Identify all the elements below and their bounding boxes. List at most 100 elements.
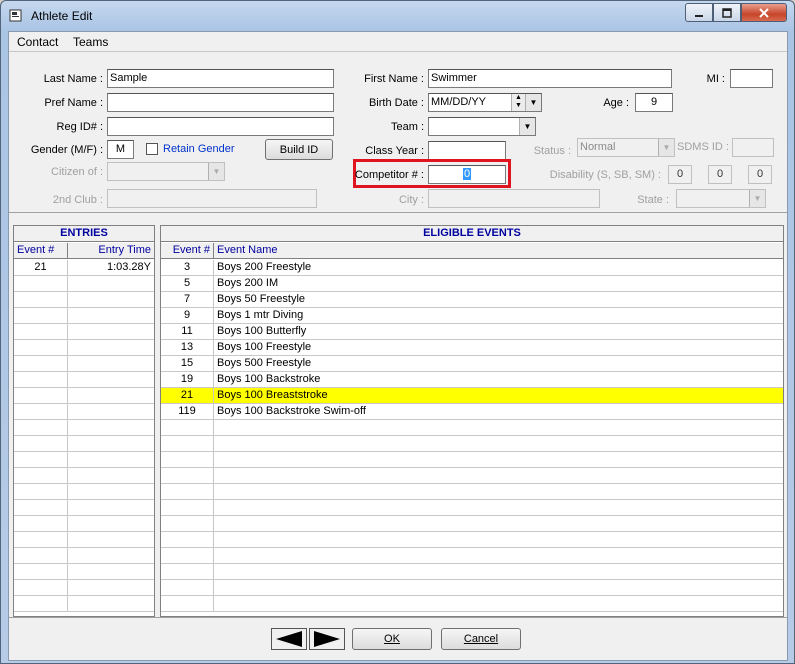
table-row[interactable]	[161, 548, 783, 564]
entries-col-time[interactable]: Entry Time	[68, 243, 154, 259]
retain-gender-label[interactable]: Retain Gender	[163, 143, 235, 155]
table-row[interactable]: 19 Boys 100 Backstroke	[161, 372, 783, 388]
table-row[interactable]	[14, 452, 154, 468]
table-row[interactable]	[14, 356, 154, 372]
table-row[interactable]: 119 Boys 100 Backstroke Swim-off	[161, 404, 783, 420]
disability-sm-field[interactable]: 0	[748, 165, 772, 184]
menu-contact[interactable]: Contact	[17, 35, 58, 49]
close-button[interactable]	[741, 3, 787, 22]
event-number-cell	[161, 484, 214, 500]
event-number-cell: 7	[161, 292, 214, 308]
table-row[interactable]	[14, 436, 154, 452]
second-club-field[interactable]	[107, 189, 317, 208]
entry-event-cell	[14, 372, 68, 388]
table-row[interactable]	[161, 532, 783, 548]
table-row[interactable]: 13 Boys 100 Freestyle	[161, 340, 783, 356]
table-row[interactable]	[161, 500, 783, 516]
entry-event-cell	[14, 276, 68, 292]
table-row[interactable]	[14, 276, 154, 292]
table-row[interactable]	[14, 324, 154, 340]
table-row[interactable]	[14, 500, 154, 516]
table-row[interactable]	[14, 564, 154, 580]
table-row[interactable]	[14, 580, 154, 596]
reg-id-field[interactable]	[107, 117, 334, 136]
build-id-button[interactable]: Build ID	[265, 139, 333, 160]
table-row[interactable]	[161, 564, 783, 580]
first-name-field[interactable]: Swimmer	[428, 69, 672, 88]
retain-gender-checkbox[interactable]	[146, 143, 158, 155]
sdms-id-field[interactable]	[732, 138, 774, 157]
gender-field[interactable]: M	[107, 140, 134, 159]
status-label: Status :	[533, 145, 571, 157]
chevron-down-icon[interactable]: ▼	[519, 118, 535, 135]
event-name-cell	[214, 484, 783, 500]
entry-event-cell	[14, 564, 68, 580]
table-row[interactable]: 9 Boys 1 mtr Diving	[161, 308, 783, 324]
table-row[interactable]	[14, 596, 154, 612]
table-row[interactable]	[14, 516, 154, 532]
table-row[interactable]	[161, 580, 783, 596]
table-row[interactable]	[14, 420, 154, 436]
table-row[interactable]	[14, 308, 154, 324]
table-row[interactable]	[14, 372, 154, 388]
table-row[interactable]	[14, 468, 154, 484]
table-row[interactable]: 7 Boys 50 Freestyle	[161, 292, 783, 308]
table-row[interactable]: 15 Boys 500 Freestyle	[161, 356, 783, 372]
event-number-cell: 19	[161, 372, 214, 388]
entry-time-cell	[68, 580, 154, 596]
table-row[interactable]	[161, 468, 783, 484]
event-number-cell: 5	[161, 276, 214, 292]
city-field[interactable]	[428, 189, 600, 208]
event-number-cell	[161, 532, 214, 548]
entry-event-cell	[14, 468, 68, 484]
table-row[interactable]	[14, 484, 154, 500]
birth-date-spinner[interactable]: ▲ ▼	[511, 94, 525, 111]
next-athlete-button[interactable]	[309, 628, 345, 650]
last-name-field[interactable]: Sample	[107, 69, 334, 88]
chevron-down-icon[interactable]: ▼	[525, 94, 541, 111]
table-row[interactable]	[161, 596, 783, 612]
disability-s-field[interactable]: 0	[668, 165, 692, 184]
state-select[interactable]: ▼	[676, 189, 766, 208]
status-select[interactable]: Normal ▼	[577, 138, 675, 157]
title-bar[interactable]: Athlete Edit	[1, 1, 794, 31]
table-row[interactable]: 3 Boys 200 Freestyle	[161, 260, 783, 276]
table-row[interactable]: 21 Boys 100 Breaststroke	[161, 388, 783, 404]
menu-teams[interactable]: Teams	[73, 35, 108, 49]
event-name-cell	[214, 436, 783, 452]
competitor-field[interactable]: 0	[428, 165, 506, 184]
pref-name-field[interactable]	[107, 93, 334, 112]
citizen-of-select[interactable]: ▼	[107, 162, 225, 181]
eligible-col-name[interactable]: Event Name	[214, 243, 783, 259]
table-row[interactable]	[161, 452, 783, 468]
age-field[interactable]: 9	[635, 93, 673, 112]
cancel-button[interactable]: Cancel	[441, 628, 521, 650]
entries-col-event[interactable]: Event #	[14, 243, 68, 259]
table-row[interactable]	[14, 404, 154, 420]
state-label: State :	[637, 194, 669, 206]
previous-athlete-button[interactable]	[271, 628, 307, 650]
event-number-cell: 119	[161, 404, 214, 420]
table-row[interactable]	[161, 484, 783, 500]
menu-bar: Contact Teams	[9, 32, 787, 52]
table-row[interactable]: 21 1:03.28Y	[14, 260, 154, 276]
birth-date-field[interactable]: MM/DD/YY ▲ ▼ ▼	[428, 93, 542, 112]
eligible-col-event[interactable]: Event #	[161, 243, 214, 259]
table-row[interactable]	[14, 292, 154, 308]
mi-field[interactable]	[730, 69, 773, 88]
table-row[interactable]	[161, 420, 783, 436]
disability-sb-field[interactable]: 0	[708, 165, 732, 184]
table-row[interactable]: 11 Boys 100 Butterfly	[161, 324, 783, 340]
table-row[interactable]	[14, 548, 154, 564]
team-select[interactable]: ▼	[428, 117, 536, 136]
table-row[interactable]	[14, 388, 154, 404]
table-row[interactable]	[14, 340, 154, 356]
minimize-button[interactable]	[685, 3, 713, 22]
table-row[interactable]	[161, 436, 783, 452]
ok-button[interactable]: OK	[352, 628, 432, 650]
table-row[interactable]: 5 Boys 200 IM	[161, 276, 783, 292]
table-row[interactable]	[14, 532, 154, 548]
class-year-field[interactable]	[428, 141, 506, 160]
maximize-button[interactable]	[713, 3, 741, 22]
table-row[interactable]	[161, 516, 783, 532]
